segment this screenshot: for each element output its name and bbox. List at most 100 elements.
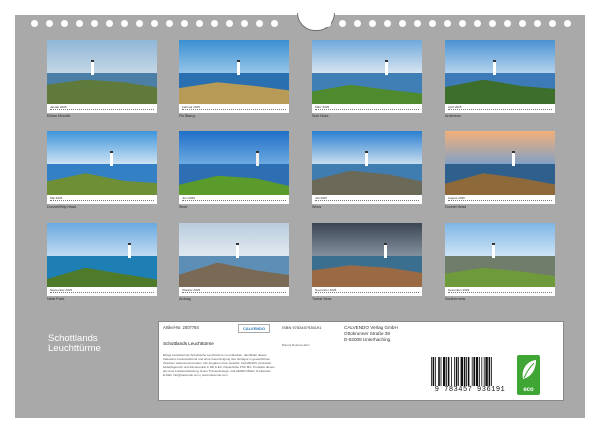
binding-hole — [226, 20, 233, 27]
lighthouse-photo — [312, 131, 422, 195]
binding-hole — [31, 20, 38, 27]
lighthouse-photo — [47, 223, 157, 287]
eco-text: eco — [523, 387, 534, 393]
binding-hole — [504, 20, 511, 27]
eco-label: eco — [517, 355, 540, 395]
date-strip: Mai 2025 — [47, 195, 157, 204]
binding-hole — [489, 20, 496, 27]
binding-hole — [369, 20, 376, 27]
binding-hole — [211, 20, 218, 27]
binding-hole — [46, 20, 53, 27]
product-title: Schottlands Leuchttürme — [163, 341, 214, 346]
day-ticks — [182, 200, 286, 202]
month-cell: Dezember 2025 Southerness — [445, 223, 555, 302]
binding-hole — [106, 20, 113, 27]
lighthouse-photo — [445, 223, 555, 287]
location-caption: Ardnag — [179, 297, 191, 301]
publisher-street: Ottobrunner Straße 39 — [344, 331, 390, 336]
month-cell: August 2025 Dunnet Head — [445, 131, 555, 210]
location-caption: Turbat Ness — [312, 297, 332, 301]
location-caption: Stoer — [179, 205, 188, 209]
binding-hole — [474, 20, 481, 27]
binding-hole — [76, 20, 83, 27]
date-strip: September 2025 — [47, 287, 157, 296]
day-ticks — [50, 292, 154, 294]
day-ticks — [315, 109, 419, 111]
month-cell: September 2025 Neist Point — [47, 223, 157, 302]
month-cell: November 2025 Turbat Ness — [312, 223, 422, 302]
date-strip: November 2025 — [312, 287, 422, 296]
calendar-title: Schottlands Leuchttürme — [48, 334, 101, 354]
publisher-name: CALVENDO Verlag GmbH — [344, 325, 398, 330]
photographer: Bianca Rotava-Hahn — [282, 343, 310, 347]
date-strip: Juli 2025 — [312, 195, 422, 204]
binding-hole — [339, 20, 346, 27]
binding-hole — [324, 20, 331, 27]
month-cell: Januar 2025 Eilean Musdile — [47, 40, 157, 119]
lighthouse-photo — [179, 40, 289, 104]
location-caption: Ardentuor — [445, 114, 461, 118]
binding-hole — [241, 20, 248, 27]
binding-hole — [384, 20, 391, 27]
day-ticks — [448, 109, 552, 111]
month-cell: Oktober 2025 Ardnag — [179, 223, 289, 302]
binding-hole — [271, 20, 278, 27]
day-ticks — [182, 292, 286, 294]
binding-hole — [196, 20, 203, 27]
binding-hole — [564, 20, 571, 27]
barcode: 9 783457 936191 — [425, 354, 515, 396]
calendar-title-line2: Leuchttürme — [48, 343, 101, 354]
location-caption: Eilean Musdile — [47, 114, 71, 118]
month-cell: Mai 2025 Dunnet/Hilly Head — [47, 131, 157, 210]
binding-hole — [444, 20, 451, 27]
binding-hole — [519, 20, 526, 27]
product-description: Einige bezaubernde Schottische Leuchttür… — [163, 353, 275, 377]
location-caption: Dunnet/Hilly Head — [47, 205, 76, 209]
location-caption: Neist Point — [47, 297, 65, 301]
day-ticks — [448, 200, 552, 202]
day-ticks — [448, 292, 552, 294]
binding-hole — [399, 20, 406, 27]
binding-hole — [414, 20, 421, 27]
binding-hole — [549, 20, 556, 27]
article-number: Artikel-Nr. 2007784 — [163, 325, 199, 330]
day-ticks — [50, 200, 154, 202]
lighthouse-photo — [47, 131, 157, 195]
binding-hole — [151, 20, 158, 27]
date-strip: Februar 2025 — [179, 104, 289, 113]
binding-hole — [429, 20, 436, 27]
calvendo-logo: CALVENDO — [238, 324, 271, 333]
month-cell: März 2025 Sule Noss — [312, 40, 422, 119]
lighthouse-photo — [179, 223, 289, 287]
barcode-number: 9 783457 936191 — [434, 386, 506, 394]
binding-hole — [354, 20, 361, 27]
location-caption: Fin Blaruy — [179, 114, 196, 118]
binding-hole — [181, 20, 188, 27]
day-ticks — [50, 109, 154, 111]
lighthouse-photo — [312, 40, 422, 104]
binding-hole — [61, 20, 68, 27]
date-strip: Oktober 2025 — [179, 287, 289, 296]
location-caption: Sule Noss — [312, 114, 329, 118]
binding-hole — [459, 20, 466, 27]
lighthouse-photo — [47, 40, 157, 104]
date-strip: August 2025 — [445, 195, 555, 204]
lighthouse-photo — [445, 131, 555, 195]
binding-hole — [166, 20, 173, 27]
month-cell: April 2025 Ardentuor — [445, 40, 555, 119]
location-caption: Whus — [312, 205, 322, 209]
month-cell: Juni 2025 Stoer — [179, 131, 289, 210]
calendar-back-cover-page: Januar 2025 Eilean Musdile Februar 2025 Fin… — [0, 0, 600, 432]
binding-hole — [256, 20, 263, 27]
date-strip: Dezember 2025 — [445, 287, 555, 296]
binding-hole — [136, 20, 143, 27]
date-strip: April 2025 — [445, 104, 555, 113]
month-cell: Juli 2025 Whus — [312, 131, 422, 210]
lighthouse-photo — [179, 131, 289, 195]
month-cell: Februar 2025 Fin Blaruy — [179, 40, 289, 119]
lighthouse-photo — [445, 40, 555, 104]
day-ticks — [315, 292, 419, 294]
date-strip: März 2025 — [312, 104, 422, 113]
date-strip: Juni 2025 — [179, 195, 289, 204]
date-strip: Januar 2025 — [47, 104, 157, 113]
